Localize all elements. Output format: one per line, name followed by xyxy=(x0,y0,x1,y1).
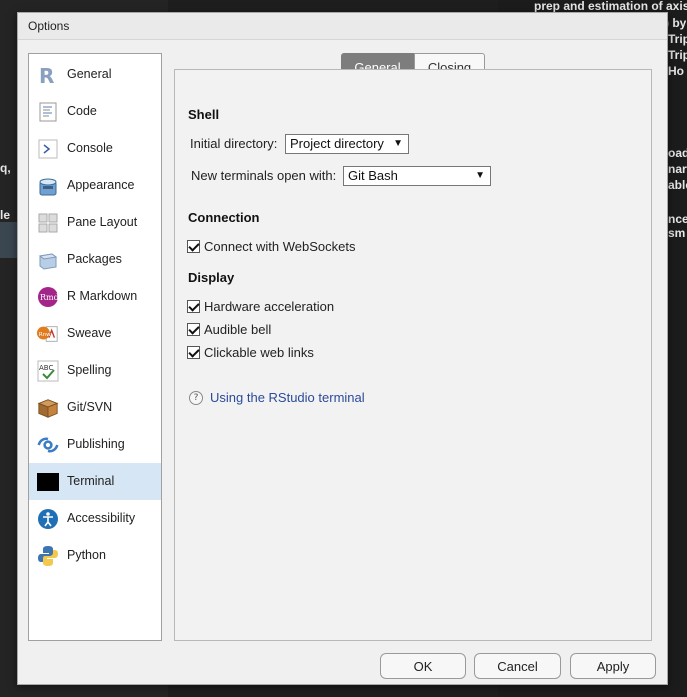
help-link-text[interactable]: Using the RStudio terminal xyxy=(210,390,365,405)
svg-text:Rnw: Rnw xyxy=(39,332,51,338)
accessibility-icon xyxy=(37,508,59,530)
initial-directory-label: Initial directory: xyxy=(190,136,278,151)
checkbox-icon[interactable] xyxy=(187,240,200,253)
sidebar-item-label: Accessibility xyxy=(67,511,136,525)
sidebar-item-label: R Markdown xyxy=(67,289,138,303)
pane-layout-icon xyxy=(37,212,59,234)
background-text: oad xyxy=(668,146,687,160)
background-text: q, xyxy=(0,161,11,175)
sweave-icon: Rnw xyxy=(37,323,59,345)
options-sidebar: R General Code Console Appearance Pane L… xyxy=(28,53,162,641)
sidebar-item-label: Pane Layout xyxy=(67,215,138,229)
sidebar-item-label: Packages xyxy=(67,252,122,266)
background-text: Trip xyxy=(668,48,687,62)
background-text: Ho xyxy=(668,64,684,78)
python-icon xyxy=(37,545,59,567)
publishing-icon xyxy=(37,434,59,456)
sidebar-item-label: Terminal xyxy=(67,474,115,488)
background-text: nce xyxy=(668,212,687,226)
terminal-icon xyxy=(37,471,59,493)
rmarkdown-icon: Rmd xyxy=(37,286,59,308)
sidebar-item-appearance[interactable]: Appearance xyxy=(29,167,161,204)
background-text: nart xyxy=(668,162,687,176)
background-text: le xyxy=(0,208,11,222)
sidebar-item-label: Python xyxy=(67,548,106,562)
background-text: able xyxy=(668,178,687,192)
sidebar-item-console[interactable]: Console xyxy=(29,130,161,167)
ok-button[interactable]: OK xyxy=(380,653,466,679)
sidebar-item-label: Appearance xyxy=(67,178,135,192)
clickable-web-links-label: Clickable web links xyxy=(204,345,314,360)
background-text: Trip xyxy=(668,32,687,46)
clickable-web-links-checkbox[interactable]: Clickable web links xyxy=(187,345,314,360)
options-dialog: Options R General Code Console Appearanc xyxy=(17,12,668,685)
new-terminals-select[interactable]: Git Bash ▼ xyxy=(343,166,491,186)
checkbox-icon[interactable] xyxy=(187,323,200,336)
sidebar-item-label: Git/SVN xyxy=(67,400,113,414)
sidebar-item-pane-layout[interactable]: Pane Layout xyxy=(29,204,161,241)
shell-heading: Shell xyxy=(188,107,220,122)
r-logo-icon: R xyxy=(37,64,59,86)
code-icon xyxy=(37,101,59,123)
background-text: ) by xyxy=(665,16,687,30)
display-heading: Display xyxy=(188,270,235,285)
dialog-title: Options xyxy=(28,19,70,33)
audible-bell-label: Audible bell xyxy=(204,322,272,337)
initial-directory-select[interactable]: Project directory ▼ xyxy=(285,134,409,154)
hardware-acceleration-label: Hardware acceleration xyxy=(204,299,335,314)
sidebar-item-spelling[interactable]: ABC Spelling xyxy=(29,352,161,389)
spelling-icon: ABC xyxy=(37,360,59,382)
new-terminals-label: New terminals open with: xyxy=(191,168,337,183)
initial-directory-value: Project directory xyxy=(290,136,384,151)
checkbox-icon[interactable] xyxy=(187,300,200,313)
websockets-label: Connect with WebSockets xyxy=(204,239,356,254)
sidebar-item-label: General xyxy=(67,67,112,81)
terminal-help-link[interactable]: ? Using the RStudio terminal xyxy=(189,390,365,405)
hardware-acceleration-checkbox[interactable]: Hardware acceleration xyxy=(187,299,334,314)
sidebar-item-label: Publishing xyxy=(67,437,125,451)
sidebar-item-general[interactable]: R General xyxy=(29,56,161,93)
sidebar-item-python[interactable]: Python xyxy=(29,537,161,574)
dialog-titlebar[interactable]: Options xyxy=(18,13,667,40)
svg-text:Rmd: Rmd xyxy=(40,293,59,302)
websockets-checkbox[interactable]: Connect with WebSockets xyxy=(187,239,356,254)
sidebar-item-code[interactable]: Code xyxy=(29,93,161,130)
background-text: sm xyxy=(668,226,686,240)
cancel-button[interactable]: Cancel xyxy=(474,653,561,679)
audible-bell-checkbox[interactable]: Audible bell xyxy=(187,322,271,337)
dropdown-arrow-icon: ▼ xyxy=(393,138,403,149)
sidebar-item-label: Sweave xyxy=(67,326,112,340)
sidebar-item-r-markdown[interactable]: Rmd R Markdown xyxy=(29,278,161,315)
sidebar-item-sweave[interactable]: Rnw Sweave xyxy=(29,315,161,352)
sidebar-item-git-svn[interactable]: Git/SVN xyxy=(29,389,161,426)
svg-text:R: R xyxy=(39,64,54,86)
sidebar-item-label: Spelling xyxy=(67,363,112,377)
new-terminals-value: Git Bash xyxy=(348,168,398,183)
apply-button[interactable]: Apply xyxy=(570,653,656,679)
sidebar-item-terminal[interactable]: Terminal xyxy=(29,463,161,500)
sidebar-item-label: Code xyxy=(67,104,97,118)
sidebar-item-packages[interactable]: Packages xyxy=(29,241,161,278)
sidebar-item-accessibility[interactable]: Accessibility xyxy=(29,500,161,537)
sidebar-item-label: Console xyxy=(67,141,113,155)
sidebar-item-publishing[interactable]: Publishing xyxy=(29,426,161,463)
dropdown-arrow-icon: ▼ xyxy=(475,170,485,181)
help-icon: ? xyxy=(189,390,203,405)
svg-text:ABC: ABC xyxy=(39,364,53,372)
connection-heading: Connection xyxy=(188,210,260,225)
console-icon xyxy=(37,138,59,160)
git-svn-icon xyxy=(37,397,59,419)
packages-icon xyxy=(37,249,59,271)
checkbox-icon[interactable] xyxy=(187,346,200,359)
appearance-icon xyxy=(37,175,59,197)
